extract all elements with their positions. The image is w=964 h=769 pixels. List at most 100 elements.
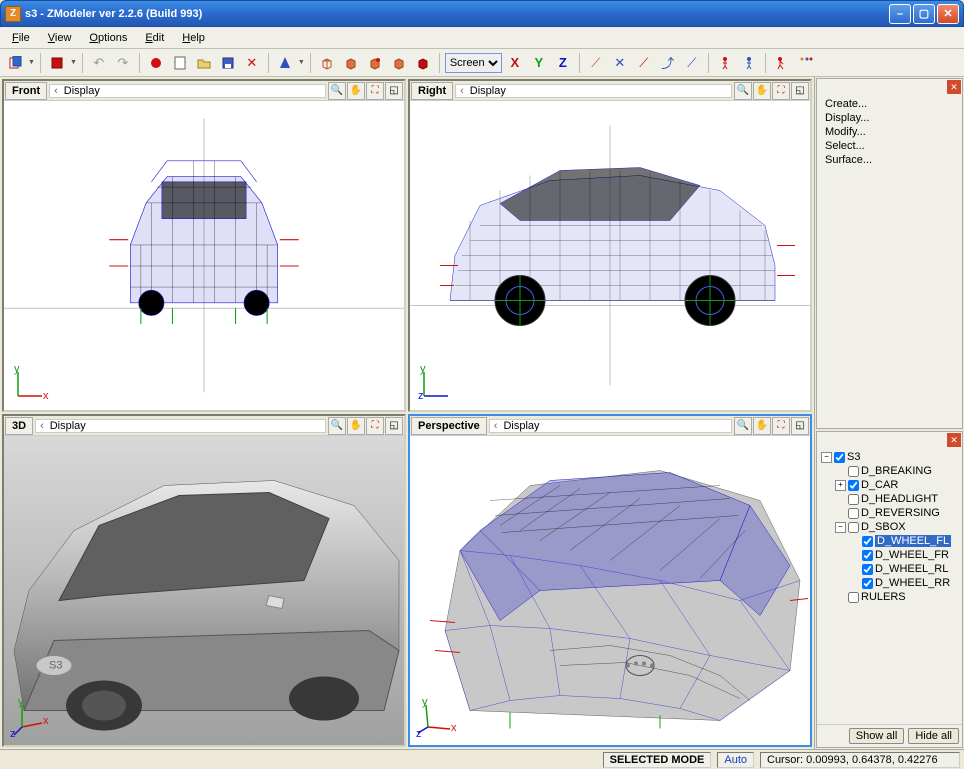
cmd-modify[interactable]: Modify...	[823, 125, 956, 139]
tree-node[interactable]: D_REVERSING	[821, 506, 958, 520]
pan-icon[interactable]: ✋	[753, 417, 771, 435]
viewport-label-perspective[interactable]: Perspective	[411, 417, 487, 435]
viewport-front[interactable]: Front ‹Display 🔍 ✋ ⛶ ◱	[2, 79, 406, 412]
tree-checkbox[interactable]	[862, 564, 873, 575]
collapse-icon[interactable]: −	[835, 522, 846, 533]
coord-system-select[interactable]: Screen	[445, 53, 502, 73]
menu-help[interactable]: Help	[174, 30, 213, 46]
pan-icon[interactable]: ✋	[347, 417, 365, 435]
maximize-button[interactable]: ▢	[913, 4, 935, 24]
close-button[interactable]: ✕	[937, 4, 959, 24]
cube-tool-1[interactable]	[316, 52, 338, 74]
pan-icon[interactable]: ✋	[347, 82, 365, 100]
tree-checkbox[interactable]	[862, 550, 873, 561]
tree-root[interactable]: − S3	[821, 450, 958, 464]
cmd-display[interactable]: Display...	[823, 111, 956, 125]
zoom-icon[interactable]: 🔍	[734, 82, 752, 100]
tool-b[interactable]: ✕	[609, 52, 631, 74]
viewport-display-menu[interactable]: ‹Display	[49, 84, 326, 98]
zoom-icon[interactable]: 🔍	[328, 417, 346, 435]
tree-checkbox[interactable]	[848, 494, 859, 505]
cube-tool-5[interactable]	[412, 52, 434, 74]
zoom-icon[interactable]: 🔍	[328, 82, 346, 100]
zoom-icon[interactable]: 🔍	[734, 417, 752, 435]
tool-c[interactable]: ⟋	[633, 52, 655, 74]
cone-tool[interactable]	[274, 52, 296, 74]
status-auto[interactable]: Auto	[717, 752, 754, 768]
panel-close-icon[interactable]: ✕	[947, 433, 961, 447]
tree-checkbox[interactable]	[848, 466, 859, 477]
person-tool-1[interactable]	[714, 52, 736, 74]
right-canvas[interactable]: z y	[410, 101, 810, 410]
fit-icon[interactable]: ⛶	[772, 417, 790, 435]
group-tool[interactable]	[795, 52, 817, 74]
axis-y-toggle[interactable]: Y	[528, 52, 550, 74]
tree-checkbox[interactable]	[848, 522, 859, 533]
maximize-viewport-icon[interactable]: ◱	[791, 82, 809, 100]
pan-icon[interactable]: ✋	[753, 82, 771, 100]
tool-a[interactable]: ⟋	[585, 52, 607, 74]
tree-node[interactable]: D_HEADLIGHT	[821, 492, 958, 506]
axis-x-toggle[interactable]: X	[504, 52, 526, 74]
fit-icon[interactable]: ⛶	[366, 417, 384, 435]
cube-tool-4[interactable]	[388, 52, 410, 74]
tree-node[interactable]: D_WHEEL_RR	[821, 576, 958, 590]
tree-node[interactable]: +D_CAR	[821, 478, 958, 492]
tree-node[interactable]: D_WHEEL_FL	[821, 534, 958, 548]
viewport-perspective[interactable]: Perspective ‹Display 🔍 ✋ ⛶ ◱	[408, 414, 812, 747]
save-button[interactable]	[217, 52, 239, 74]
tree-checkbox[interactable]	[848, 508, 859, 519]
menu-options[interactable]: Options	[81, 30, 135, 46]
collapse-icon[interactable]: −	[821, 452, 832, 463]
cmd-surface[interactable]: Surface...	[823, 153, 956, 167]
open-button[interactable]	[193, 52, 215, 74]
tree-node[interactable]: D_WHEEL_FR	[821, 548, 958, 562]
new-button[interactable]	[4, 52, 26, 74]
cube-tool-3[interactable]	[364, 52, 386, 74]
tree-node[interactable]: RULERS	[821, 590, 958, 604]
panel-close-icon[interactable]: ✕	[947, 80, 961, 94]
expand-icon[interactable]: +	[835, 480, 846, 491]
minimize-button[interactable]: –	[889, 4, 911, 24]
run-tool[interactable]	[771, 52, 793, 74]
cmd-select[interactable]: Select...	[823, 139, 956, 153]
viewport-display-menu[interactable]: ‹Display	[455, 84, 732, 98]
tool-e[interactable]: ⟋	[681, 52, 703, 74]
viewport-display-menu[interactable]: ‹Display	[489, 419, 732, 433]
viewport-label-right[interactable]: Right	[411, 82, 453, 100]
menu-view[interactable]: View	[40, 30, 80, 46]
axis-z-toggle[interactable]: Z	[552, 52, 574, 74]
tree-checkbox[interactable]	[834, 452, 845, 463]
show-all-button[interactable]: Show all	[849, 728, 905, 744]
tree-checkbox[interactable]	[862, 536, 873, 547]
tree-checkbox[interactable]	[848, 592, 859, 603]
record-button[interactable]	[145, 52, 167, 74]
maximize-viewport-icon[interactable]: ◱	[791, 417, 809, 435]
redo-button[interactable]: ↷	[112, 52, 134, 74]
tool-d[interactable]: ⤴	[657, 52, 679, 74]
file-button[interactable]	[169, 52, 191, 74]
import-button[interactable]	[46, 52, 68, 74]
delete-button[interactable]: ✕	[241, 52, 263, 74]
tree-node[interactable]: −D_SBOX	[821, 520, 958, 534]
person-tool-2[interactable]	[738, 52, 760, 74]
cube-tool-2[interactable]	[340, 52, 362, 74]
cmd-create[interactable]: Create...	[823, 97, 956, 111]
hide-all-button[interactable]: Hide all	[908, 728, 959, 744]
viewport-right[interactable]: Right ‹Display 🔍 ✋ ⛶ ◱	[408, 79, 812, 412]
tree-checkbox[interactable]	[848, 480, 859, 491]
front-canvas[interactable]: x y	[4, 101, 404, 410]
maximize-viewport-icon[interactable]: ◱	[385, 82, 403, 100]
fit-icon[interactable]: ⛶	[366, 82, 384, 100]
viewport-3d[interactable]: 3D ‹Display 🔍 ✋ ⛶ ◱	[2, 414, 406, 747]
viewport-label-3d[interactable]: 3D	[5, 417, 33, 435]
viewport-display-menu[interactable]: ‹Display	[35, 419, 326, 433]
menu-edit[interactable]: Edit	[137, 30, 172, 46]
3d-canvas[interactable]: S3 x y z	[4, 436, 404, 745]
tree-node[interactable]: D_WHEEL_RL	[821, 562, 958, 576]
undo-button[interactable]: ↶	[88, 52, 110, 74]
maximize-viewport-icon[interactable]: ◱	[385, 417, 403, 435]
fit-icon[interactable]: ⛶	[772, 82, 790, 100]
perspective-canvas[interactable]: x y z	[410, 436, 810, 745]
menu-file[interactable]: File	[4, 30, 38, 46]
